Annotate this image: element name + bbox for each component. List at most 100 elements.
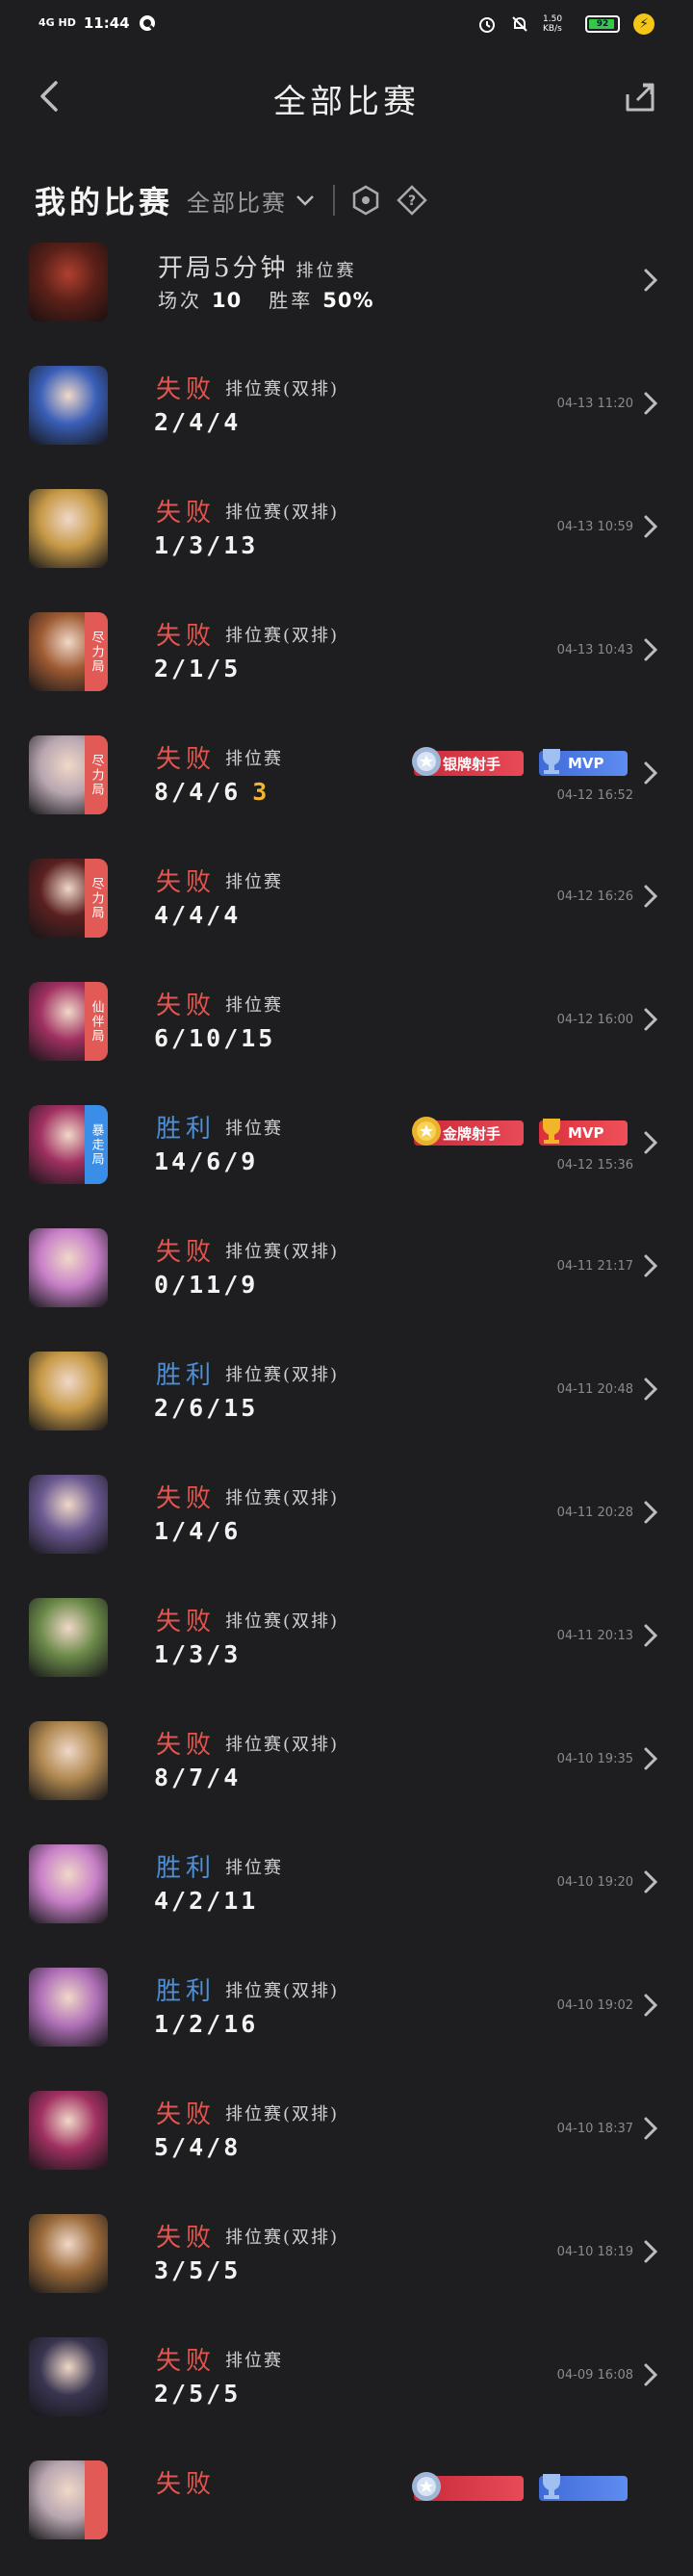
match-result: 失败	[156, 499, 217, 528]
chevron-right-icon	[644, 1008, 658, 1031]
honor-badge: 银牌射手	[412, 747, 524, 776]
charging-icon: ⚡	[633, 13, 654, 35]
medal-icon	[412, 2472, 441, 2501]
status-time: 11:44	[83, 14, 130, 32]
match-row[interactable]: 胜利 排位赛 4/2/11 04-10 19:20	[0, 1837, 693, 1960]
honor-badges: 银牌射手 MVP	[412, 747, 628, 776]
battery-icon: 92	[585, 15, 620, 33]
winrate-label: 胜率	[269, 289, 314, 312]
games-count: 10	[212, 289, 243, 312]
network-indicator: 4G HD	[38, 16, 76, 29]
match-result: 失败	[156, 745, 217, 774]
match-row[interactable]: 失败 排位赛(双排) 0/11/9 04-11 21:17	[0, 1221, 693, 1344]
match-result: 失败	[156, 622, 217, 651]
match-time: 04-11 20:13	[556, 1629, 633, 1643]
share-button[interactable]	[624, 81, 656, 114]
status-bar: 4G HD 11:44 1.50 KB/s 92 ⚡	[0, 0, 693, 54]
match-mode: 排位赛(双排)	[225, 1611, 340, 1632]
chevron-down-icon	[296, 195, 314, 206]
match-time: 04-10 19:20	[556, 1875, 633, 1890]
chevron-right-icon	[644, 1254, 658, 1277]
app-notification-icon	[139, 15, 155, 32]
match-mode: 排位赛(双排)	[225, 1488, 340, 1508]
mvp-badge	[539, 2474, 628, 2501]
games-label: 场次	[158, 289, 202, 312]
chevron-right-icon	[644, 1994, 658, 2017]
summary-row[interactable]: 开局5分钟 排位赛 场次 10 胜率 50%	[0, 235, 693, 358]
match-result: 失败	[156, 375, 217, 404]
match-row[interactable]: 失败 排位赛(双排) 8/7/4 04-10 19:35	[0, 1713, 693, 1837]
match-result: 失败	[156, 992, 217, 1020]
match-result: 失败	[156, 1731, 217, 1760]
match-mode: 排位赛	[225, 1119, 283, 1139]
match-tag: 仙伴局	[85, 982, 108, 1061]
chevron-right-icon	[644, 269, 658, 292]
match-type-value: 全部比赛	[187, 189, 288, 217]
hero-avatar	[29, 1844, 108, 1923]
hero-avatar: 暴走局	[29, 1105, 108, 1184]
match-row[interactable]: 失败	[0, 2453, 693, 2576]
hero-avatar	[29, 2091, 108, 2170]
match-result: 失败	[156, 2470, 217, 2499]
match-row[interactable]: 暴走局 胜利 排位赛 14/6/9 金牌射手 MVP 04-12 15:36	[0, 1097, 693, 1221]
match-tag: 尽力局	[85, 612, 108, 691]
alarm-icon	[479, 17, 495, 33]
match-row[interactable]: 胜利 排位赛(双排) 1/2/16 04-10 19:02	[0, 1960, 693, 2083]
chevron-right-icon	[644, 1870, 658, 1893]
trophy-icon	[543, 749, 560, 774]
match-result: 胜利	[156, 1854, 217, 1883]
match-kda: 6/10/15	[154, 1024, 276, 1052]
match-time: 04-10 18:37	[556, 2122, 633, 2136]
match-row[interactable]: 失败 排位赛(双排) 1/3/3 04-11 20:13	[0, 1590, 693, 1713]
match-row[interactable]: 失败 排位赛(双排) 1/3/13 04-13 10:59	[0, 481, 693, 605]
chevron-right-icon	[644, 885, 658, 908]
match-kda: 1/4/6	[154, 1517, 242, 1545]
chevron-right-icon	[644, 1624, 658, 1647]
match-row[interactable]: 失败 排位赛(双排) 5/4/8 04-10 18:37	[0, 2083, 693, 2206]
match-tag: 尽力局	[85, 735, 108, 814]
match-result: 失败	[156, 2100, 217, 2129]
match-row[interactable]: 失败 排位赛 2/5/5 04-09 16:08	[0, 2330, 693, 2453]
hero-avatar	[29, 1352, 108, 1430]
match-time: 04-13 10:59	[556, 520, 633, 534]
match-result: 胜利	[156, 1977, 217, 2006]
divider	[333, 185, 336, 216]
match-row[interactable]: 失败 排位赛(双排) 1/4/6 04-11 20:28	[0, 1467, 693, 1590]
medal-icon	[412, 747, 441, 776]
honor-badge	[412, 2472, 524, 2501]
chevron-right-icon	[644, 1747, 658, 1770]
match-kda: 0/11/9	[154, 1271, 259, 1299]
match-time: 04-12 16:26	[556, 889, 633, 904]
match-kda: 2/1/5	[154, 655, 242, 683]
hero-avatar	[29, 1968, 108, 2047]
match-kda: 1/3/13	[154, 531, 259, 559]
match-time: 04-12 16:52	[556, 788, 633, 803]
summary-mode: 排位赛	[295, 261, 357, 281]
hero-avatar: 尽力局	[29, 735, 108, 814]
match-row[interactable]: 胜利 排位赛(双排) 2/6/15 04-11 20:48	[0, 1344, 693, 1467]
my-matches-label: 我的比赛	[35, 184, 174, 220]
match-kda: 8/4/6 3	[154, 778, 270, 806]
match-time: 04-13 11:20	[556, 397, 633, 411]
hero-avatar: 尽力局	[29, 859, 108, 938]
match-row[interactable]: 尽力局 失败 排位赛 8/4/6 3 银牌射手 MVP 04-12 16:52	[0, 728, 693, 851]
hero-avatar	[29, 243, 108, 322]
match-result: 失败	[156, 1238, 217, 1267]
match-mode: 排位赛	[225, 872, 283, 892]
help-icon[interactable]: ?	[397, 185, 427, 216]
match-row[interactable]: 仙伴局 失败 排位赛 6/10/15 04-12 16:00	[0, 974, 693, 1097]
match-time: 04-13 10:43	[556, 643, 633, 657]
match-tag: 尽力局	[85, 859, 108, 938]
mvp-badge: MVP	[539, 1119, 628, 1146]
match-row[interactable]: 尽力局 失败 排位赛 4/4/4 04-12 16:26	[0, 851, 693, 974]
match-row[interactable]: 失败 排位赛(双排) 2/4/4 04-13 11:20	[0, 358, 693, 481]
hero-avatar	[29, 1598, 108, 1677]
chevron-right-icon	[644, 515, 658, 538]
match-result: 失败	[156, 1484, 217, 1513]
match-type-dropdown[interactable]: 全部比赛	[187, 184, 316, 218]
hexagon-filter-icon[interactable]	[350, 185, 381, 216]
hero-avatar: 尽力局	[29, 612, 108, 691]
match-mode: 排位赛	[225, 2351, 283, 2371]
match-row[interactable]: 失败 排位赛(双排) 3/5/5 04-10 18:19	[0, 2206, 693, 2330]
match-row[interactable]: 尽力局 失败 排位赛(双排) 2/1/5 04-13 10:43	[0, 605, 693, 728]
